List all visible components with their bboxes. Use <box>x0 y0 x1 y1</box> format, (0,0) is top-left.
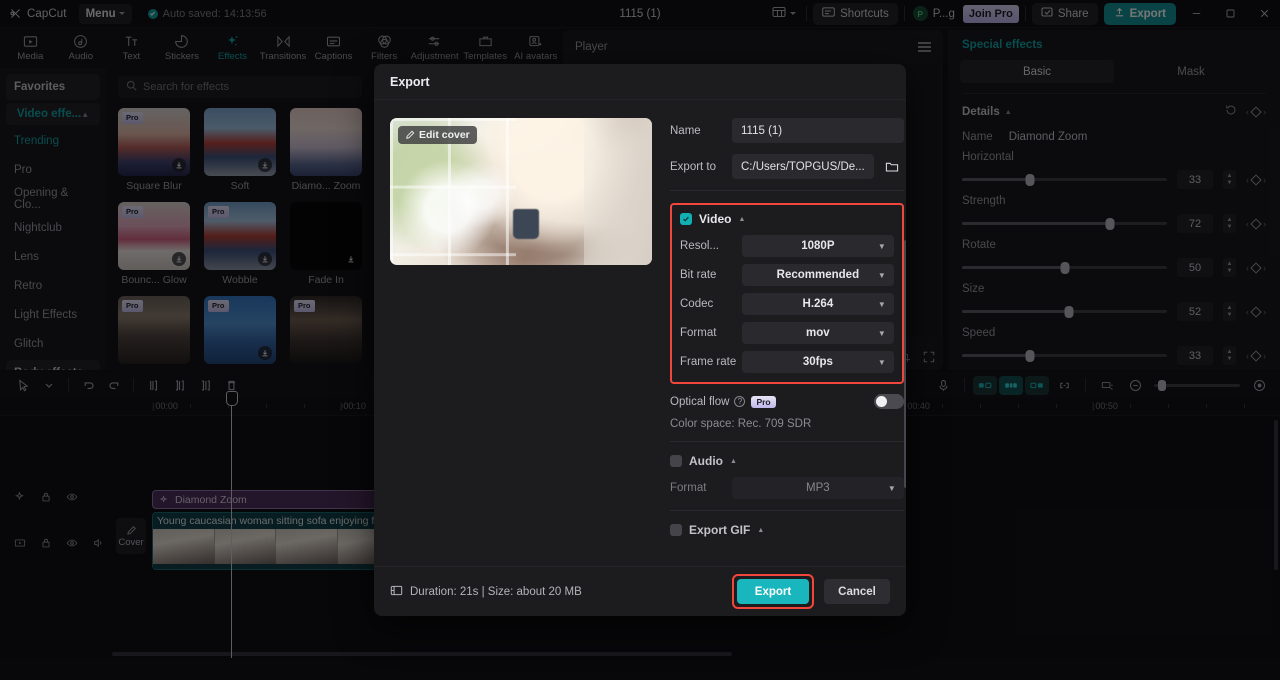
dialog-export-button[interactable]: Export <box>737 579 809 604</box>
film-icon <box>390 584 403 600</box>
chevron-down-icon: ▼ <box>877 241 886 251</box>
format-row: Format mov ▼ <box>680 322 894 344</box>
codec-key: Codec <box>680 298 714 310</box>
optical-flow-toggle[interactable] <box>873 394 904 409</box>
format-key: Format <box>680 327 717 339</box>
optical-flow-row: Optical flow ? Pro <box>670 394 904 409</box>
resolution-select[interactable]: 1080P ▼ <box>742 235 894 257</box>
chevron-down-icon: ▼ <box>877 357 886 367</box>
format-value: mov <box>806 327 830 339</box>
video-section-label: Video <box>699 212 732 226</box>
gif-checkbox[interactable] <box>670 524 682 536</box>
duration-info: Duration: 21s | Size: about 20 MB <box>390 584 582 600</box>
name-row: Name 1115 (1) <box>670 118 904 143</box>
export-to-key: Export to <box>670 160 717 173</box>
framerate-select[interactable]: 30fps ▼ <box>742 351 894 373</box>
chevron-down-icon: ▼ <box>877 328 886 338</box>
divider <box>670 510 904 511</box>
export-settings: Name 1115 (1) Export to C:/Users/TOPGUS/… <box>670 118 906 566</box>
video-settings-highlight: Video ▲ Resol... 1080P ▼ Bit rate Recomme… <box>670 203 904 384</box>
chevron-down-icon: ▼ <box>877 299 886 309</box>
folder-icon[interactable] <box>880 155 904 179</box>
gif-section-label: Export GIF <box>689 523 751 537</box>
export-dialog: Export Edit cover Name 1115 (1) Export t <box>374 64 906 616</box>
framerate-value: 30fps <box>802 356 833 368</box>
edit-cover-button[interactable]: Edit cover <box>398 126 477 144</box>
cup-shape <box>513 209 540 240</box>
video-section-header: Video ▲ <box>680 212 894 226</box>
optical-flow-label: Optical flow <box>670 395 730 408</box>
framerate-key: Frame rate <box>680 356 737 368</box>
dialog-actions: Export Cancel <box>732 574 890 609</box>
codec-value: H.264 <box>802 298 834 310</box>
divider <box>670 441 904 442</box>
name-key: Name <box>670 124 701 137</box>
edit-pencil-icon <box>406 130 415 139</box>
chevron-up-icon[interactable]: ▲ <box>757 527 764 534</box>
bitrate-value: Recommended <box>776 269 860 281</box>
audio-format-key: Format <box>670 482 707 494</box>
dialog-body: Edit cover Name 1115 (1) Export to C:/Us… <box>374 100 906 566</box>
edit-cover-label: Edit cover <box>419 129 470 141</box>
chevron-down-icon: ▼ <box>887 483 896 493</box>
codec-row: Codec H.264 ▼ <box>680 293 894 315</box>
export-button-highlight: Export <box>732 574 814 609</box>
name-input[interactable]: 1115 (1) <box>732 118 904 143</box>
audio-checkbox[interactable] <box>670 455 682 467</box>
format-select[interactable]: mov ▼ <box>742 322 894 344</box>
resolution-row: Resol... 1080P ▼ <box>680 235 894 257</box>
pro-badge: Pro <box>751 395 776 408</box>
chevron-down-icon: ▼ <box>877 270 886 280</box>
video-checkbox[interactable] <box>680 213 692 225</box>
audio-section-label: Audio <box>689 454 723 468</box>
framerate-row: Frame rate 30fps ▼ <box>680 351 894 373</box>
resolution-key: Resol... <box>680 240 719 252</box>
dialog-scrollbar[interactable] <box>903 240 906 488</box>
divider <box>670 190 904 191</box>
chevron-up-icon[interactable]: ▲ <box>730 458 737 465</box>
audio-section-header: Audio ▲ <box>670 454 904 468</box>
duration-text: Duration: 21s | Size: about 20 MB <box>410 585 582 598</box>
capcut-window: CapCut Menu Auto saved: 14:13:56 1115 (1… <box>0 0 1280 680</box>
bitrate-select[interactable]: Recommended ▼ <box>742 264 894 286</box>
audio-format-select[interactable]: MP3 ▼ <box>732 477 904 499</box>
bitrate-row: Bit rate Recommended ▼ <box>680 264 894 286</box>
resolution-value: 1080P <box>801 240 835 252</box>
help-icon[interactable]: ? <box>734 396 746 407</box>
dialog-cancel-button[interactable]: Cancel <box>824 579 890 604</box>
audio-format-row: Format MP3 ▼ <box>670 477 904 499</box>
cover-preview[interactable]: Edit cover <box>390 118 652 265</box>
export-to-row: Export to C:/Users/TOPGUS/De... <box>670 154 904 179</box>
dialog-title: Export <box>374 64 906 100</box>
gif-section-header: Export GIF ▲ <box>670 523 904 537</box>
chevron-up-icon[interactable]: ▲ <box>738 216 745 223</box>
color-space-label: Color space: Rec. 709 SDR <box>670 418 812 430</box>
codec-select[interactable]: H.264 ▼ <box>742 293 894 315</box>
audio-format-value: MP3 <box>806 482 830 494</box>
bitrate-key: Bit rate <box>680 269 717 281</box>
export-path-input[interactable]: C:/Users/TOPGUS/De... <box>732 154 874 179</box>
curtain-shape <box>583 118 652 265</box>
dialog-footer: Duration: 21s | Size: about 20 MB Export… <box>374 566 906 616</box>
